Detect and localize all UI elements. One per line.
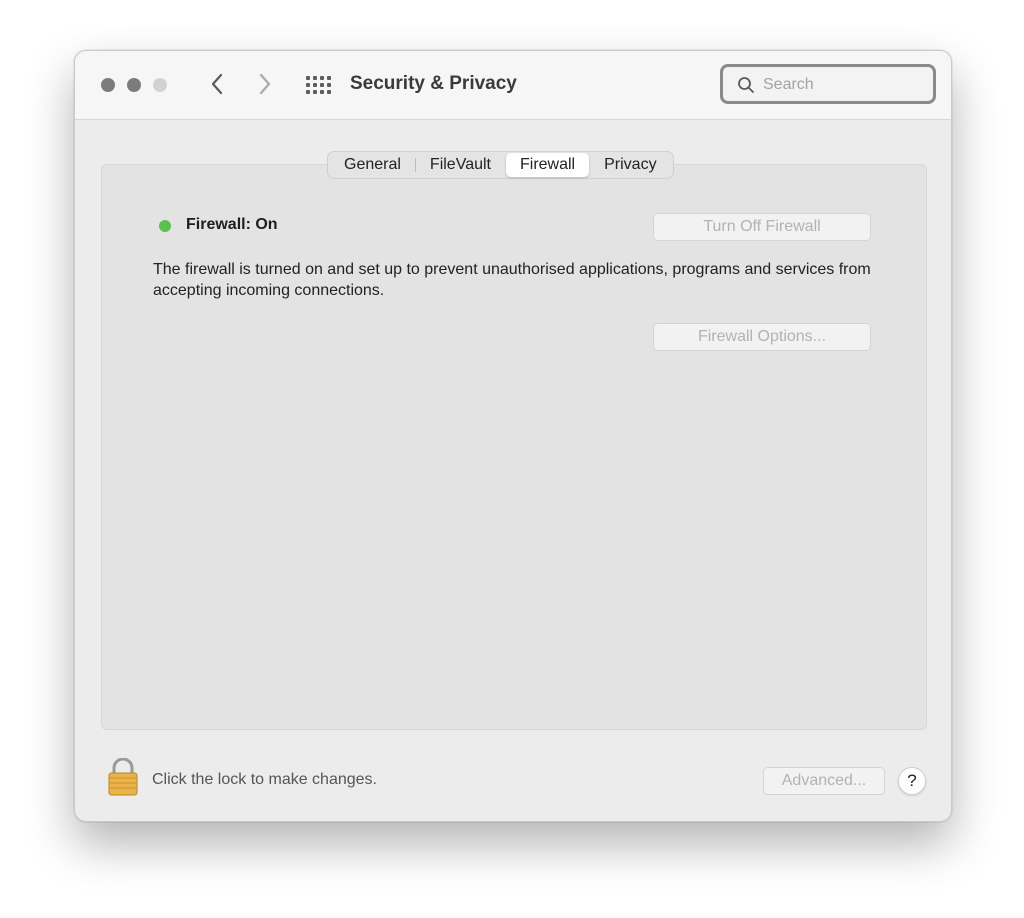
tab-privacy[interactable]: Privacy	[590, 153, 670, 177]
chevron-right-icon	[259, 73, 271, 95]
zoom-window-button[interactable]	[153, 78, 167, 92]
forward-button[interactable]	[251, 69, 279, 99]
show-all-button[interactable]	[303, 73, 333, 97]
firewall-status-label: Firewall: On	[186, 216, 278, 233]
search-icon	[738, 77, 754, 93]
tab-general[interactable]: General	[330, 153, 415, 177]
window-title: Security & Privacy	[350, 73, 517, 94]
content-panel	[101, 164, 927, 730]
lock-icon	[108, 757, 138, 796]
minimize-window-button[interactable]	[127, 78, 141, 92]
chevron-left-icon	[211, 73, 223, 95]
tab-filevault[interactable]: FileVault	[416, 153, 505, 177]
search-input[interactable]	[763, 73, 923, 97]
tab-firewall[interactable]: Firewall	[505, 153, 590, 177]
lock-button[interactable]	[107, 757, 139, 801]
turn-off-firewall-button[interactable]: Turn Off Firewall	[653, 213, 871, 241]
help-button[interactable]: ?	[898, 767, 926, 795]
title-bar: Security & Privacy	[75, 51, 951, 120]
grid-icon	[306, 76, 331, 94]
search-field[interactable]	[720, 64, 936, 104]
firewall-options-button[interactable]: Firewall Options...	[653, 323, 871, 351]
lock-instruction-text: Click the lock to make changes.	[152, 771, 377, 788]
close-window-button[interactable]	[101, 78, 115, 92]
firewall-description: The firewall is turned on and set up to …	[153, 261, 871, 299]
security-privacy-window: Security & Privacy General FileVault Fir…	[74, 50, 952, 822]
advanced-button[interactable]: Advanced...	[763, 767, 885, 795]
firewall-status-indicator	[159, 220, 171, 232]
tab-bar: General FileVault Firewall Privacy	[327, 151, 674, 179]
back-button[interactable]	[203, 69, 231, 99]
